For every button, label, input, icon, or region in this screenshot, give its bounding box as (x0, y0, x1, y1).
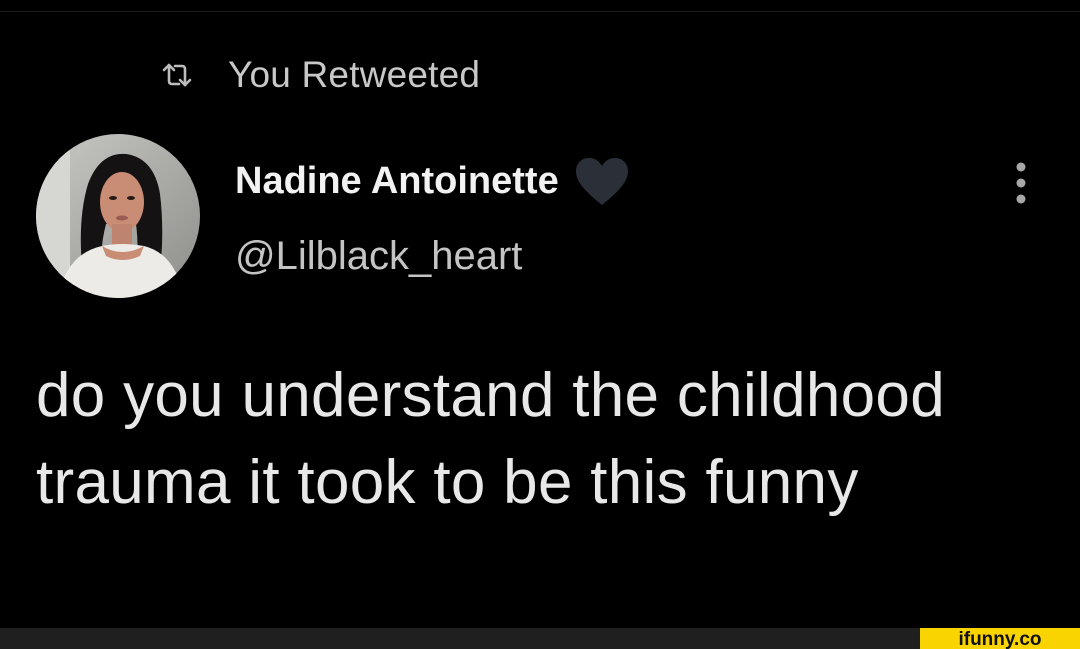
avatar[interactable] (36, 134, 200, 298)
ifunny-logo: ifunny.co (958, 629, 1041, 649)
author-handle[interactable]: @Lilblack_heart (235, 234, 522, 279)
retweet-icon (160, 61, 194, 89)
ifunny-watermark: ifunny.co (920, 628, 1080, 649)
more-options-button[interactable] (1006, 160, 1036, 206)
top-divider (0, 11, 1080, 12)
retweet-label: You Retweeted (228, 54, 481, 95)
display-name[interactable]: Nadine Antoinette (235, 160, 559, 203)
retweet-context: You Retweeted (160, 50, 480, 100)
svg-text:ifunny.co: ifunny.co (958, 629, 1041, 649)
bottom-bar (0, 628, 1080, 649)
tweet-text: do you understand the childhood trauma i… (36, 361, 945, 517)
black-heart-icon (573, 155, 631, 207)
vertical-ellipsis-icon (1006, 162, 1036, 210)
author-name-row: Nadine Antoinette (235, 154, 631, 208)
